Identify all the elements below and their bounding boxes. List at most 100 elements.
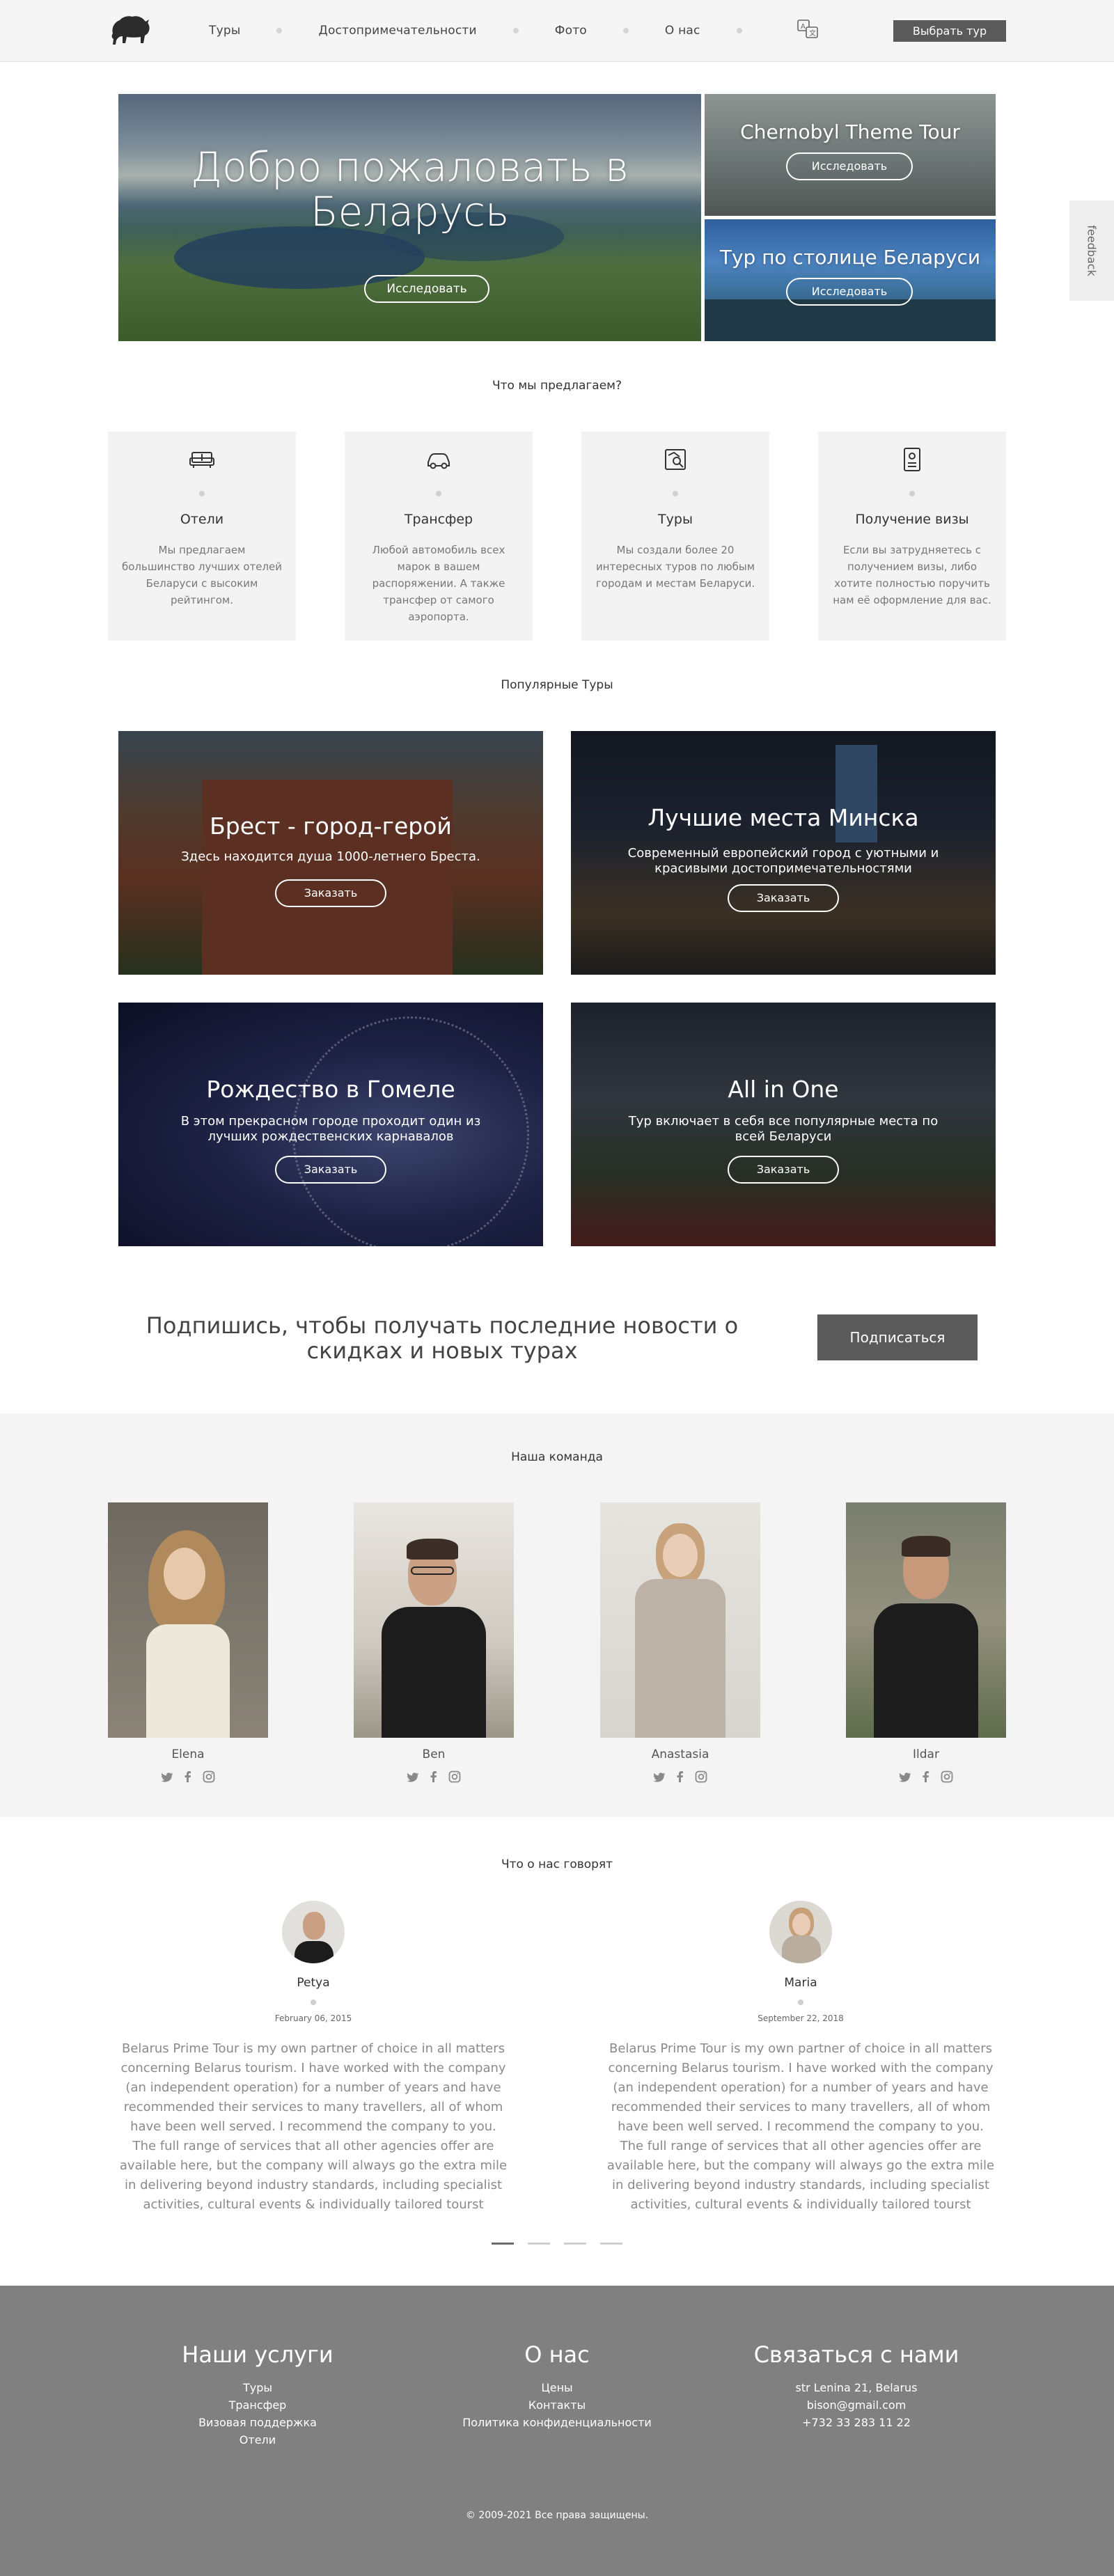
car-icon [427,453,450,469]
nav-sights[interactable]: Достопримечательности [318,24,476,38]
nav-tours[interactable]: Туры [209,24,240,38]
order-button[interactable]: Заказать [728,1156,839,1184]
footer-link[interactable]: Политика конфиденциальности [418,2414,696,2431]
team-member-card: Anastasia [600,1502,760,1784]
tour-title: Рождество в Гомеле [206,1076,455,1103]
instagram-icon[interactable] [940,1770,954,1784]
service-card-hotels: Отели Мы предлагаем большинство лучших о… [108,432,296,641]
tour-card-gomel[interactable]: Рождество в Гомеле В этом прекрасном гор… [118,1003,543,1246]
instagram-icon[interactable] [694,1770,708,1784]
facebook-icon[interactable] [673,1770,687,1784]
map-icon [665,449,686,470]
footer-email[interactable]: bison@gmail.com [717,2396,996,2414]
carousel-dot-1[interactable] [492,2243,514,2245]
service-card-visa: Получение визы Если вы затрудняетесь с п… [818,432,1006,641]
tour-card-all-in-one[interactable]: All in One Тур включает в себя все попул… [571,1003,996,1246]
instagram-icon[interactable] [202,1770,216,1784]
hero-card-chernobyl[interactable]: Chernobyl Theme Tour Исследовать [705,94,996,216]
twitter-icon[interactable] [160,1770,174,1784]
hero-card-title: Chernobyl Theme Tour [740,120,960,143]
twitter-icon[interactable] [652,1770,666,1784]
main-nav: Туры Достопримечательности Фото О нас [209,24,778,38]
service-text: Если вы затрудняетесь с получением визы,… [833,544,991,606]
service-title: Трансфер [404,512,473,527]
footer-about: О нас Цены Контакты Политика конфиденциа… [418,2341,696,2431]
translate-icon[interactable]: A 文 [797,19,819,40]
footer-link[interactable]: Трансфер [118,2396,397,2414]
service-title: Получение визы [855,512,969,527]
review-text: Belarus Prime Tour is my own partner of … [119,2041,508,2212]
reviewer-name: Petya [297,1976,330,1990]
footer-contact: Связаться с нами str Lenina 21, Belarus … [717,2341,996,2431]
hero-title: Добро пожаловать в Беларусь [191,143,629,235]
carousel-dot-4[interactable] [600,2243,622,2245]
carousel-dot-3[interactable] [564,2243,586,2245]
divider-dot [311,2000,316,2005]
hero-explore-button[interactable]: Исследовать [364,275,489,303]
hero-card-explore-button[interactable]: Исследовать [786,278,913,306]
hero-banner: Добро пожаловать в Беларусь Исследовать [118,94,701,341]
facebook-icon[interactable] [181,1770,195,1784]
member-photo [354,1502,514,1738]
body-shape [382,1607,486,1738]
facebook-icon[interactable] [427,1770,441,1784]
choose-tour-button[interactable]: Выбрать тур [893,20,1006,42]
reviewer-name: Maria [784,1976,817,1990]
team-member-card: Ben [354,1502,514,1784]
bison-logo-icon[interactable] [109,13,152,46]
tour-text: Здесь находится душа 1000-летнего Бреста… [181,849,480,864]
facebook-icon[interactable] [919,1770,933,1784]
nav-about[interactable]: О нас [665,24,700,38]
body-shape [295,1941,334,1963]
nav-photo[interactable]: Фото [555,24,587,38]
service-text: Любой автомобиль всех марок в вашем расп… [372,544,505,623]
divider-dot [199,491,205,496]
order-button[interactable]: Заказать [275,879,386,907]
member-name: Ildar [913,1748,939,1761]
footer-link[interactable]: Цены [418,2379,696,2396]
tour-card-minsk[interactable]: Лучшие места Минска Современный европейс… [571,731,996,975]
footer-link[interactable]: Контакты [418,2396,696,2414]
order-button[interactable]: Заказать [275,1156,386,1184]
hair-shape [407,1539,458,1560]
divider-dot [436,491,441,496]
divider-dot [909,491,915,496]
instagram-icon[interactable] [448,1770,462,1784]
tours-heading: Популярные Туры [501,678,613,692]
site-header: Туры Достопримечательности Фото О нас A … [0,0,1114,62]
tour-title: Брест - город-герой [210,812,452,840]
feedback-tab[interactable]: feedback [1069,201,1114,301]
hero-card-capital[interactable]: Тур по столице Беларуси Исследовать [705,219,996,341]
body-shape [874,1603,978,1738]
services-heading: Что мы предлагаем? [492,379,622,393]
member-photo [846,1502,1006,1738]
footer-heading: Связаться с нами [753,2341,959,2368]
body-shape [635,1579,725,1738]
review-date: September 22, 2018 [758,2013,844,2023]
twitter-icon[interactable] [406,1770,420,1784]
tour-text: Современный европейский город с уютными … [627,846,939,876]
tour-card-brest[interactable]: Брест - город-герой Здесь находится душа… [118,731,543,975]
service-title: Отели [180,512,224,527]
footer-link[interactable]: Визовая поддержка [118,2414,397,2431]
hair-shape [902,1536,950,1557]
face-shape [303,1912,325,1940]
body-shape [146,1624,230,1738]
member-name: Elena [171,1748,205,1761]
nav-separator [622,28,629,33]
service-card-transfer: Трансфер Любой автомобиль всех марок в в… [345,432,533,641]
svg-text:文: 文 [809,29,816,38]
face-shape [663,1534,698,1577]
hero-card-explore-button[interactable]: Исследовать [786,152,913,180]
carousel-dot-2[interactable] [528,2243,550,2245]
footer-phone[interactable]: +732 33 283 11 22 [717,2414,996,2431]
service-title: Туры [658,512,693,527]
footer-link[interactable]: Отели [118,2431,397,2449]
footer-link[interactable]: Туры [118,2379,397,2396]
order-button[interactable]: Заказать [728,884,839,912]
member-socials [108,1770,268,1784]
subscribe-button[interactable]: Подписаться [817,1314,978,1360]
service-text: Мы предлагаем большинство лучших отелей … [121,544,283,606]
feedback-label: feedback [1085,225,1099,276]
twitter-icon[interactable] [898,1770,912,1784]
